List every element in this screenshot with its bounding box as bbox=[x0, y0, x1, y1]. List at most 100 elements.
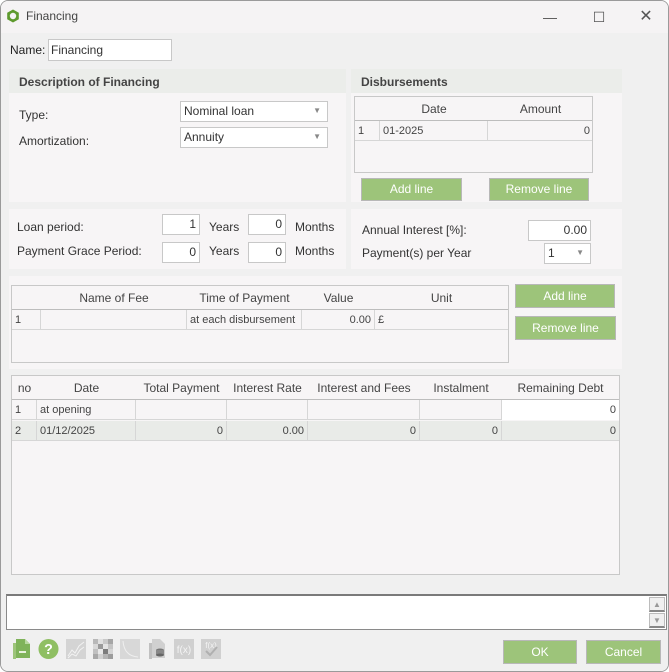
disbursement-amount[interactable]: 0 bbox=[488, 121, 593, 141]
chevron-down-icon: ▼ bbox=[313, 132, 321, 141]
help-icon[interactable]: ? bbox=[38, 638, 59, 660]
column-header-interest-and-fees[interactable]: Interest and Fees bbox=[308, 376, 420, 400]
svg-text:f(x): f(x) bbox=[177, 645, 191, 656]
add-fee-button[interactable]: Add line bbox=[515, 284, 615, 308]
minimize-button[interactable]: — bbox=[535, 7, 565, 27]
description-panel: Description of Financing Type: Nominal l… bbox=[9, 69, 346, 202]
maximize-button[interactable]: ☐ bbox=[584, 7, 614, 27]
cancel-button[interactable]: Cancel bbox=[586, 640, 661, 664]
amortization-select[interactable]: Annuity ▼ bbox=[180, 127, 328, 148]
column-header-unit[interactable]: Unit bbox=[375, 286, 508, 310]
table-row[interactable]: 2 01/12/2025 0 0.00 0 0 0 bbox=[12, 421, 619, 441]
column-header-total-payment[interactable]: Total Payment bbox=[136, 376, 227, 400]
table-row[interactable]: 1 at each disbursement 0.00 £ bbox=[12, 310, 508, 330]
loan-period-label: Loan period: bbox=[17, 220, 84, 234]
amortization-label: Amortization: bbox=[19, 134, 90, 148]
chevron-down-icon: ▼ bbox=[576, 248, 584, 257]
fee-value[interactable]: 0.00 bbox=[302, 310, 375, 330]
disbursements-panel: Disbursements Date Amount 1 01-2025 0 Ad… bbox=[351, 69, 622, 202]
column-header-no[interactable]: no bbox=[12, 376, 37, 400]
schedule-interest-rate: 0.00 bbox=[227, 421, 308, 441]
add-disbursement-button[interactable]: Add line bbox=[361, 178, 462, 201]
table-row[interactable]: 1 at opening 0 bbox=[12, 400, 619, 420]
payments-per-year-select[interactable]: 1 ▼ bbox=[544, 243, 591, 264]
amortization-value: Annuity bbox=[184, 130, 225, 144]
loan-years-input[interactable]: 1 bbox=[162, 214, 200, 235]
fee-time-of-payment[interactable]: at each disbursement bbox=[187, 310, 302, 330]
row-number: 2 bbox=[12, 421, 37, 441]
notes-textarea[interactable]: ▲ ▼ bbox=[6, 594, 667, 630]
disbursement-date[interactable]: 01-2025 bbox=[380, 121, 488, 141]
disbursements-header: Disbursements bbox=[351, 69, 622, 93]
row-number: 1 bbox=[12, 400, 37, 420]
column-header-instalment[interactable]: Instalment bbox=[420, 376, 502, 400]
curve-icon[interactable] bbox=[120, 638, 141, 660]
repayment-schedule-table: no Date Total Payment Interest Rate Inte… bbox=[11, 375, 620, 575]
description-header: Description of Financing bbox=[9, 69, 346, 93]
type-label: Type: bbox=[19, 108, 49, 122]
fee-unit[interactable]: £ bbox=[375, 310, 508, 330]
column-header-amount[interactable]: Amount bbox=[488, 97, 593, 121]
type-select[interactable]: Nominal loan ▼ bbox=[180, 101, 328, 122]
grace-months-unit: Months bbox=[295, 244, 335, 258]
type-value: Nominal loan bbox=[184, 104, 255, 118]
chart-icon[interactable] bbox=[66, 638, 87, 660]
remove-fee-button[interactable]: Remove line bbox=[515, 316, 616, 340]
window-title: Financing bbox=[26, 9, 79, 23]
grace-years-unit: Years bbox=[209, 244, 240, 258]
grace-years-input[interactable]: 0 bbox=[162, 242, 200, 263]
annual-interest-input[interactable]: 0.00 bbox=[528, 220, 591, 241]
schedule-date: at opening bbox=[37, 400, 136, 420]
financing-dialog: Financing — ☐ ✕ Name: Financing Descript… bbox=[0, 0, 669, 672]
grace-months-input[interactable]: 0 bbox=[248, 242, 286, 263]
column-header-date[interactable]: Date bbox=[37, 376, 136, 400]
column-header-interest-rate[interactable]: Interest Rate bbox=[227, 376, 308, 400]
schedule-interest-and-fees: 0 bbox=[308, 421, 420, 441]
svg-text:?: ? bbox=[44, 642, 53, 658]
row-number: 1 bbox=[12, 310, 41, 330]
column-header-date[interactable]: Date bbox=[380, 97, 488, 121]
loan-months-unit: Months bbox=[295, 220, 335, 234]
close-button[interactable]: ✕ bbox=[631, 7, 661, 27]
annual-interest-label: Annual Interest [%]: bbox=[362, 223, 467, 237]
export-document-icon[interactable] bbox=[12, 638, 33, 660]
remove-disbursement-button[interactable]: Remove line bbox=[489, 178, 589, 201]
function-check-icon[interactable]: f(x) bbox=[201, 638, 222, 660]
name-label: Name: bbox=[10, 43, 46, 57]
schedule-table-header: no Date Total Payment Interest Rate Inte… bbox=[12, 376, 619, 400]
loan-years-unit: Years bbox=[209, 220, 240, 234]
schedule-remaining-debt[interactable]: 0 bbox=[502, 400, 619, 420]
ok-button[interactable]: OK bbox=[503, 640, 577, 664]
name-input[interactable]: Financing bbox=[48, 39, 172, 61]
schedule-date: 01/12/2025 bbox=[37, 421, 136, 441]
column-header-remaining-debt[interactable]: Remaining Debt bbox=[502, 376, 619, 400]
row-number: 1 bbox=[355, 121, 380, 141]
function-icon[interactable]: f(x) bbox=[174, 638, 195, 660]
table-row[interactable]: 1 01-2025 0 bbox=[355, 121, 592, 141]
matrix-icon[interactable] bbox=[93, 638, 114, 660]
payments-per-year-value: 1 bbox=[548, 246, 555, 260]
fees-table: Name of Fee Time of Payment Value Unit 1… bbox=[11, 285, 509, 363]
fee-name[interactable] bbox=[41, 310, 187, 330]
schedule-total-payment bbox=[136, 400, 227, 420]
payments-per-year-label: Payment(s) per Year bbox=[362, 246, 472, 260]
disbursements-table-header: Date Amount bbox=[355, 97, 592, 121]
app-logo-icon bbox=[7, 9, 19, 23]
schedule-total-payment: 0 bbox=[136, 421, 227, 441]
fees-panel: Name of Fee Time of Payment Value Unit 1… bbox=[9, 276, 622, 369]
title-bar: Financing — ☐ ✕ bbox=[1, 1, 668, 33]
column-header-time-of-payment[interactable]: Time of Payment bbox=[187, 286, 302, 310]
periods-panel: Loan period: 1 Years 0 Months Payment Gr… bbox=[9, 209, 346, 269]
disbursements-table: Date Amount 1 01-2025 0 bbox=[354, 96, 593, 173]
schedule-instalment: 0 bbox=[420, 421, 502, 441]
interest-panel: Annual Interest [%]: 0.00 Payment(s) per… bbox=[351, 209, 622, 269]
schedule-remaining-debt: 0 bbox=[609, 425, 616, 437]
scroll-up-button[interactable]: ▲ bbox=[649, 597, 665, 612]
loan-months-input[interactable]: 0 bbox=[248, 214, 286, 235]
chevron-down-icon: ▼ bbox=[313, 106, 321, 115]
column-header-value[interactable]: Value bbox=[302, 286, 375, 310]
schedule-instalment bbox=[420, 400, 502, 420]
database-document-icon[interactable] bbox=[147, 638, 168, 660]
scroll-down-button[interactable]: ▼ bbox=[649, 613, 665, 628]
column-header-name-of-fee[interactable]: Name of Fee bbox=[41, 286, 187, 310]
